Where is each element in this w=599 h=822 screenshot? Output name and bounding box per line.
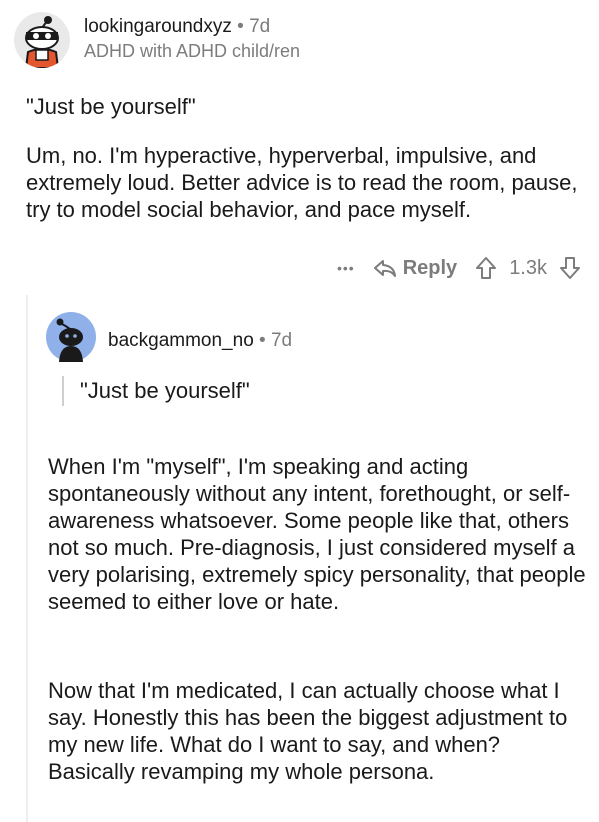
username[interactable]: backgammon_no xyxy=(108,330,254,351)
timestamp: 7d xyxy=(270,330,293,351)
meta-separator: • xyxy=(259,330,266,351)
comment-paragraph: When I'm "myself", I'm speaking and acti… xyxy=(48,454,586,614)
blockquote: "Just be yourself" xyxy=(62,376,250,406)
user-avatar[interactable] xyxy=(46,312,96,362)
comment-meta: backgammon_no • 7d xyxy=(108,330,292,352)
snoo-avatar-icon xyxy=(46,312,96,362)
comment-2: backgammon_no • 7d "Just be yourself" Wh… xyxy=(0,0,599,822)
comment-paragraph: Now that I'm medicated, I can actually c… xyxy=(48,678,568,784)
